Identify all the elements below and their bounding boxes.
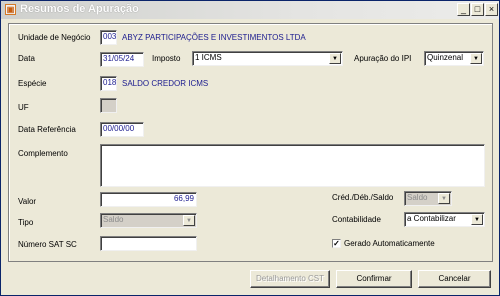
complemento-label: Complemento <box>18 149 68 158</box>
window-title: Resumos de Apuração <box>20 3 139 15</box>
numero-sat-sc-label: Número SAT SC <box>18 240 77 249</box>
checkmark-icon: ✓ <box>333 239 340 248</box>
cred-deb-saldo-label: Créd./Déb./Saldo <box>332 193 394 202</box>
chevron-down-icon[interactable]: ▼ <box>438 193 450 204</box>
chevron-down-icon[interactable]: ▼ <box>329 53 341 64</box>
data-referencia-label: Data Referência <box>18 125 76 134</box>
data-referencia-field[interactable]: 00/00/00 <box>100 122 144 137</box>
imposto-select[interactable]: 1 ICMS ▼ <box>192 51 343 66</box>
tipo-select[interactable]: Saldo ▼ <box>100 213 197 228</box>
complemento-textarea[interactable] <box>100 144 485 187</box>
numero-sat-sc-field[interactable] <box>100 236 197 251</box>
cancelar-button[interactable]: Cancelar <box>418 270 491 288</box>
gerado-automaticamente-checkbox[interactable]: ✓ <box>332 239 341 248</box>
chevron-down-icon[interactable]: ▼ <box>471 214 483 225</box>
valor-label: Valor <box>18 197 37 206</box>
unidade-negocio-code-field[interactable]: 003 <box>100 30 117 45</box>
contabilidade-label: Contabilidade <box>332 215 381 224</box>
chevron-down-icon[interactable]: ▼ <box>183 215 195 226</box>
detalhamento-cst-label: Detalhamento CST <box>255 274 325 283</box>
title-bar[interactable]: ▣ Resumos de Apuração _ □ × <box>1 1 499 19</box>
unidade-negocio-label: Unidade de Negócio <box>18 33 91 42</box>
unidade-negocio-name: ABYZ PARTICIPAÇÕES E INVESTIMENTOS LTDA <box>122 33 306 42</box>
cancelar-label: Cancelar <box>438 274 471 283</box>
uf-label: UF <box>18 103 29 112</box>
apuracao-ipi-label: Apuração do IPI <box>354 54 412 63</box>
minimize-button[interactable]: _ <box>457 3 470 16</box>
valor-field[interactable]: 66,99 <box>100 192 197 207</box>
especie-name: SALDO CREDOR ICMS <box>122 79 209 88</box>
especie-code-field[interactable]: 018 <box>100 76 117 91</box>
contabilidade-value: a Contabilizar <box>407 214 456 223</box>
imposto-label: Imposto <box>152 54 181 63</box>
close-button[interactable]: × <box>485 3 498 16</box>
confirmar-button[interactable]: Confirmar <box>336 270 412 288</box>
maximize-button[interactable]: □ <box>471 3 484 16</box>
dialog-window: ▣ Resumos de Apuração _ □ × Unidade de N… <box>0 0 500 296</box>
data-field[interactable]: 31/05/24 <box>100 52 144 67</box>
uf-field[interactable] <box>100 98 117 113</box>
tipo-label: Tipo <box>18 218 34 227</box>
app-icon: ▣ <box>5 4 16 15</box>
confirmar-label: Confirmar <box>356 274 392 283</box>
apuracao-ipi-select[interactable]: Quinzenal ▼ <box>424 51 484 66</box>
cred-deb-saldo-select[interactable]: Saldo ▼ <box>404 191 452 206</box>
gerado-automaticamente-label: Gerado Automaticamente <box>344 239 435 248</box>
imposto-value: 1 ICMS <box>195 53 222 62</box>
especie-label: Espécie <box>18 79 47 88</box>
chevron-down-icon[interactable]: ▼ <box>470 53 482 64</box>
data-label: Data <box>18 54 35 63</box>
detalhamento-cst-button[interactable]: Detalhamento CST <box>250 270 330 288</box>
apuracao-ipi-value: Quinzenal <box>427 53 464 62</box>
contabilidade-select[interactable]: a Contabilizar ▼ <box>404 212 485 227</box>
cred-deb-saldo-value: Saldo <box>407 193 428 202</box>
tipo-value: Saldo <box>103 215 124 224</box>
